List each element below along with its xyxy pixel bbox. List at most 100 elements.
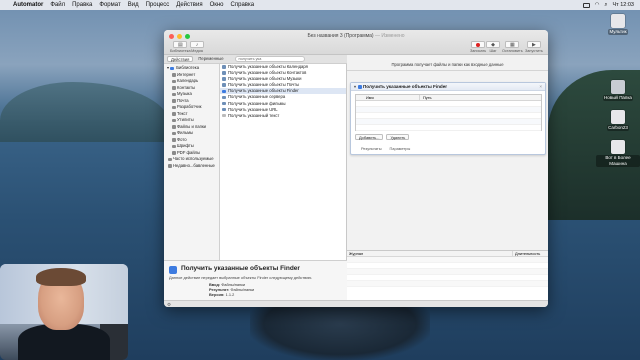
tab-options[interactable]: Параметры [390, 146, 411, 151]
smart-folder-icon [168, 164, 172, 168]
window-title: Без названия 3 (Программа) — Изменено [307, 33, 405, 39]
calendar-icon [222, 65, 226, 69]
remove-button[interactable]: Удалить [386, 134, 410, 140]
calendar-icon [172, 79, 176, 83]
globe-icon [172, 73, 176, 77]
finder-icon [222, 89, 226, 94]
url-icon [222, 107, 226, 112]
column-path[interactable]: Путь [419, 95, 432, 101]
action-list: Получить указанные объекты Календаря Пол… [220, 64, 347, 289]
record-icon [471, 41, 486, 48]
add-button[interactable]: Добавить... [355, 134, 384, 140]
contacts-icon [222, 71, 226, 75]
menu-clock[interactable]: Чт 12:03 [613, 2, 634, 8]
document-icon [611, 14, 625, 28]
utilities-icon [172, 118, 176, 122]
library-sidebar: ▾ Библиотека Интернет Календарь Контакты… [164, 64, 220, 289]
workflow-area[interactable]: Программа получает файлы и папки как вхо… [347, 55, 548, 250]
desktop-icon-file[interactable]: Carbon23 [596, 110, 640, 131]
contacts-icon [172, 86, 176, 90]
workflow-hint: Программа получает файлы и папки как вхо… [391, 62, 504, 67]
menu-view[interactable]: Вид [128, 2, 139, 8]
card-buttons: Добавить... Удалить [355, 134, 410, 140]
developer-icon [172, 105, 176, 109]
media-button[interactable]: ♪ Медиа [190, 41, 204, 53]
finder-icon [169, 266, 177, 274]
automator-window: Без названия 3 (Программа) — Изменено ▤ … [164, 30, 548, 307]
description-text: Данное действие передает выбранные объек… [169, 275, 313, 280]
folder-icon [611, 80, 625, 94]
server-icon [222, 95, 226, 100]
menu-extras: ◠ ⌕ Чт 12:03 [582, 0, 634, 10]
tab-actions[interactable]: Действия [167, 56, 194, 62]
step-button[interactable]: ◆ Шаг [486, 41, 500, 53]
movies-icon [222, 101, 226, 106]
stop-icon: ▦ [505, 41, 520, 48]
text-icon [222, 113, 226, 118]
description-meta: Ввод: Файлы/папки Результат: Файлы/папки… [209, 282, 255, 297]
finder-icon [172, 125, 176, 129]
run-button[interactable]: ▶ Запустить [525, 41, 543, 53]
close-icon[interactable]: × [539, 83, 542, 91]
menu-format[interactable]: Формат [99, 2, 120, 8]
menu-file[interactable]: Файл [50, 2, 65, 8]
menu-bar: Automator Файл Правка Формат Вид Процесс… [0, 0, 640, 10]
action-card-header[interactable]: ▾ Получить указанные объекты Finder × [351, 83, 545, 91]
library-toggle-button[interactable]: ▤ Библиотека [170, 41, 191, 53]
finder-icon [358, 85, 362, 89]
photos-icon [172, 138, 176, 142]
play-icon: ▶ [526, 41, 541, 48]
column-name[interactable]: Имя [366, 95, 374, 101]
document-icon [611, 110, 625, 124]
desktop-icon-file[interactable]: Мультик [596, 14, 640, 35]
menu-window[interactable]: Окно [210, 2, 224, 8]
mail-icon [222, 83, 226, 87]
desktop-icon-file[interactable]: Вот в Более Машина [596, 140, 640, 167]
action-card[interactable]: ▾ Получить указанные объекты Finder × Им… [350, 82, 546, 155]
search-icon[interactable]: ⌕ [604, 2, 607, 9]
step-icon: ◆ [486, 41, 500, 48]
library-tabs: Действия Переменные получить ука [164, 55, 347, 64]
tab-variables[interactable]: Переменные [195, 56, 226, 62]
battery-icon[interactable] [582, 2, 590, 8]
menu-actions[interactable]: Действия [176, 2, 202, 8]
menu-process[interactable]: Процесс [146, 2, 170, 8]
column-duration[interactable]: Длительность [512, 251, 540, 257]
disclosure-icon[interactable]: ▾ [167, 65, 169, 70]
document-icon [611, 140, 625, 154]
webcam-overlay [0, 264, 128, 360]
search-input[interactable]: получить ука [234, 56, 305, 62]
disclosure-icon[interactable]: ▾ [354, 83, 356, 91]
menu-help[interactable]: Справка [231, 2, 255, 8]
table-row[interactable] [356, 125, 541, 131]
desktop-icon-folder[interactable]: Новый Папка [596, 80, 640, 101]
movies-icon [172, 131, 176, 135]
stop-button[interactable]: ▦ Остановить [502, 41, 523, 53]
wifi-icon[interactable]: ◠ [595, 2, 600, 8]
column-log[interactable]: Журнал [349, 251, 363, 256]
tab-results[interactable]: Результаты [361, 146, 382, 151]
music-icon [222, 77, 226, 81]
smart-folder-icon [168, 157, 172, 161]
mail-icon [172, 99, 176, 103]
list-item[interactable]: Получить указанный текст [220, 113, 346, 119]
gear-icon[interactable]: ⚙ [167, 302, 171, 307]
sidebar-item-recent[interactable]: Недавно...бавленные [164, 163, 219, 170]
window-bottom-bar: ⚙ [164, 300, 548, 307]
music-note-icon: ♪ [190, 41, 204, 48]
items-table[interactable]: Имя Путь [355, 94, 542, 131]
log-row [347, 281, 548, 287]
music-icon [172, 92, 176, 96]
record-button[interactable]: Записать [470, 41, 486, 53]
menu-edit[interactable]: Правка [72, 2, 92, 8]
table-header: Имя Путь [356, 95, 541, 101]
window-toolbar: Без названия 3 (Программа) — Изменено ▤ … [164, 30, 548, 55]
divider [347, 70, 548, 71]
fonts-icon [172, 144, 176, 148]
wallpaper-rock [250, 300, 430, 360]
menu-app-name[interactable]: Automator [13, 2, 43, 8]
log-panel: Журнал Длительность [347, 250, 548, 300]
text-icon [172, 112, 176, 116]
log-header: Журнал Длительность [347, 251, 548, 257]
card-tabs: Результаты Параметры [361, 146, 410, 151]
